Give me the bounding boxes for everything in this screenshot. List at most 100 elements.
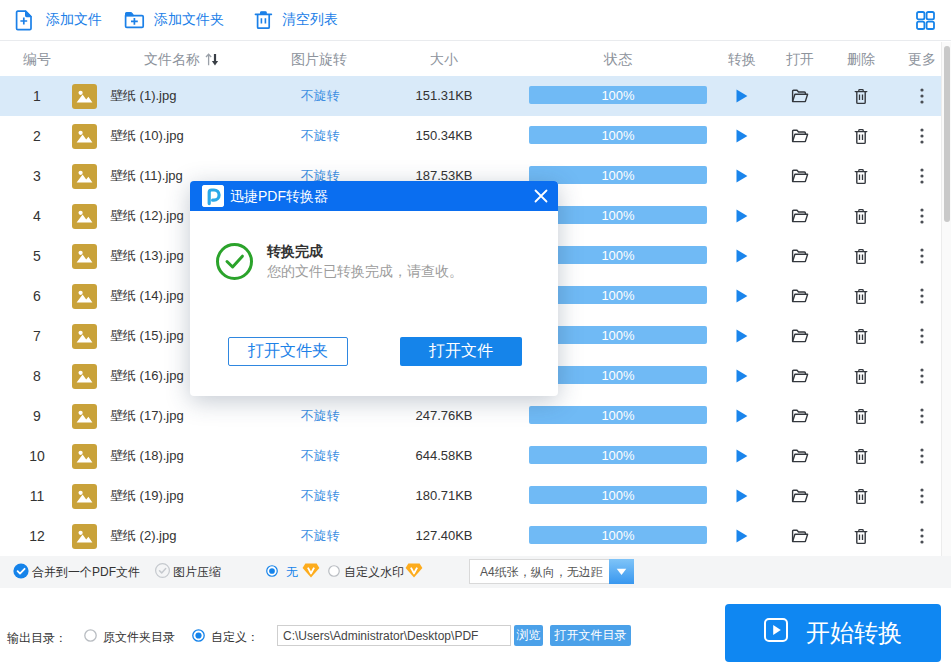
open-folder-dialog-button[interactable]: 打开文件夹 bbox=[228, 337, 348, 366]
more-options-button[interactable] bbox=[905, 116, 939, 156]
vip-icon bbox=[405, 563, 423, 581]
scrollbar-thumb[interactable] bbox=[944, 46, 950, 222]
more-options-button[interactable] bbox=[905, 316, 939, 356]
watermark-custom-radio[interactable]: 自定义水印 bbox=[328, 556, 423, 588]
table-row[interactable]: 2 壁纸 (10).jpg 不旋转 150.34KB 100% bbox=[0, 116, 941, 156]
open-folder-button[interactable] bbox=[783, 156, 817, 196]
merge-pdf-checkbox[interactable]: 合并到一个PDF文件 bbox=[13, 556, 140, 588]
open-file-dir-button[interactable]: 打开文件目录 bbox=[550, 625, 631, 646]
more-options-button[interactable] bbox=[905, 356, 939, 396]
layout-grid-button[interactable] bbox=[916, 11, 935, 30]
table-row[interactable]: 12 壁纸 (2).jpg 不旋转 127.40KB 100% bbox=[0, 516, 941, 556]
table-row[interactable]: 10 壁纸 (18).jpg 不旋转 644.58KB 100% bbox=[0, 436, 941, 476]
open-folder-button[interactable] bbox=[783, 276, 817, 316]
convert-play-button[interactable] bbox=[725, 516, 759, 556]
delete-button[interactable] bbox=[844, 356, 878, 396]
watermark-custom-label: 自定义水印 bbox=[344, 564, 404, 581]
rotation-setting[interactable]: 不旋转 bbox=[270, 396, 370, 436]
convert-play-button[interactable] bbox=[725, 356, 759, 396]
browse-button[interactable]: 浏览 bbox=[514, 625, 543, 646]
convert-play-button[interactable] bbox=[725, 436, 759, 476]
sort-icon[interactable] bbox=[205, 52, 219, 67]
dialog-close-button[interactable] bbox=[533, 188, 549, 204]
dialog-titlebar[interactable]: 迅捷PDF转换器 bbox=[190, 181, 558, 211]
rotation-setting[interactable]: 不旋转 bbox=[270, 436, 370, 476]
convert-play-button[interactable] bbox=[725, 156, 759, 196]
image-compress-checkbox[interactable]: 图片压缩 bbox=[155, 556, 221, 588]
rotation-setting[interactable]: 不旋转 bbox=[270, 116, 370, 156]
row-number: 6 bbox=[0, 276, 74, 316]
convert-play-button[interactable] bbox=[725, 76, 759, 116]
convert-play-button[interactable] bbox=[725, 276, 759, 316]
open-folder-button[interactable] bbox=[783, 396, 817, 436]
output-path-input[interactable] bbox=[277, 625, 511, 646]
open-folder-button[interactable] bbox=[783, 76, 817, 116]
add-file-button[interactable]: 添加文件 bbox=[15, 0, 102, 40]
more-options-button[interactable] bbox=[905, 436, 939, 476]
dialog-title: 迅捷PDF转换器 bbox=[230, 181, 328, 211]
paper-setting-select[interactable]: A4纸张，纵向，无边距 bbox=[469, 559, 634, 584]
more-options-button[interactable] bbox=[905, 76, 939, 116]
output-custom-radio[interactable]: 自定义： bbox=[192, 621, 259, 653]
clear-list-button[interactable]: 清空列表 bbox=[254, 0, 338, 40]
play-icon bbox=[736, 489, 748, 503]
open-folder-button[interactable] bbox=[783, 476, 817, 516]
rotation-setting[interactable]: 不旋转 bbox=[270, 516, 370, 556]
table-row[interactable]: 1 壁纸 (1).jpg 不旋转 151.31KB 100% bbox=[0, 76, 941, 116]
progress-bar: 100% bbox=[529, 406, 707, 424]
scrollbar-track[interactable] bbox=[941, 42, 951, 556]
rotation-setting[interactable]: 不旋转 bbox=[270, 76, 370, 116]
open-file-dialog-button[interactable]: 打开文件 bbox=[400, 337, 522, 366]
more-options-button[interactable] bbox=[905, 196, 939, 236]
delete-button[interactable] bbox=[844, 276, 878, 316]
convert-play-button[interactable] bbox=[725, 236, 759, 276]
output-origin-radio[interactable]: 原文件夹目录 bbox=[84, 621, 175, 653]
progress-bar: 100% bbox=[529, 526, 707, 544]
convert-play-button[interactable] bbox=[725, 116, 759, 156]
paper-setting-dropdown-button[interactable] bbox=[609, 559, 634, 584]
folder-open-icon bbox=[791, 208, 809, 224]
open-folder-button[interactable] bbox=[783, 116, 817, 156]
trash-icon bbox=[853, 128, 869, 145]
rotation-setting[interactable]: 不旋转 bbox=[270, 476, 370, 516]
open-folder-button[interactable] bbox=[783, 356, 817, 396]
more-options-button[interactable] bbox=[905, 156, 939, 196]
convert-play-button[interactable] bbox=[725, 316, 759, 356]
delete-button[interactable] bbox=[844, 436, 878, 476]
open-folder-button[interactable] bbox=[783, 516, 817, 556]
open-folder-button[interactable] bbox=[783, 316, 817, 356]
image-file-icon bbox=[72, 404, 97, 429]
delete-button[interactable] bbox=[844, 516, 878, 556]
more-options-button[interactable] bbox=[905, 276, 939, 316]
open-folder-button[interactable] bbox=[783, 196, 817, 236]
delete-button[interactable] bbox=[844, 476, 878, 516]
more-options-button[interactable] bbox=[905, 516, 939, 556]
watermark-none-radio[interactable]: 无 bbox=[266, 556, 320, 588]
delete-button[interactable] bbox=[844, 396, 878, 436]
more-options-button[interactable] bbox=[905, 236, 939, 276]
table-row[interactable]: 11 壁纸 (19).jpg 不旋转 180.71KB 100% bbox=[0, 476, 941, 516]
delete-button[interactable] bbox=[844, 316, 878, 356]
delete-button[interactable] bbox=[844, 76, 878, 116]
more-options-button[interactable] bbox=[905, 396, 939, 436]
success-check-icon bbox=[216, 243, 253, 280]
trash-icon bbox=[853, 488, 869, 505]
more-options-button[interactable] bbox=[905, 476, 939, 516]
image-compress-label: 图片压缩 bbox=[173, 564, 221, 581]
start-convert-button[interactable]: 开始转换 bbox=[725, 604, 941, 662]
open-folder-button[interactable] bbox=[783, 436, 817, 476]
folder-open-icon bbox=[791, 368, 809, 384]
convert-play-button[interactable] bbox=[725, 476, 759, 516]
image-file-icon bbox=[72, 364, 97, 389]
delete-button[interactable] bbox=[844, 156, 878, 196]
delete-button[interactable] bbox=[844, 236, 878, 276]
delete-button[interactable] bbox=[844, 116, 878, 156]
convert-play-button[interactable] bbox=[725, 196, 759, 236]
play-icon bbox=[736, 89, 748, 103]
convert-play-button[interactable] bbox=[725, 396, 759, 436]
delete-button[interactable] bbox=[844, 196, 878, 236]
table-row[interactable]: 9 壁纸 (17).jpg 不旋转 247.76KB 100% bbox=[0, 396, 941, 436]
open-folder-button[interactable] bbox=[783, 236, 817, 276]
clear-list-icon bbox=[254, 10, 273, 30]
add-folder-button[interactable]: 添加文件夹 bbox=[124, 0, 224, 40]
